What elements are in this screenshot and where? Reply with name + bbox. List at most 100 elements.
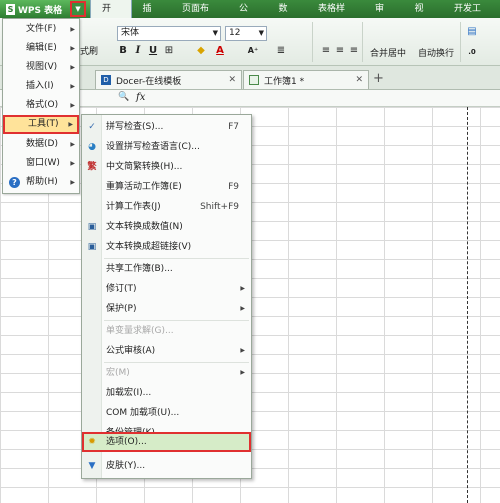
menu-item-format[interactable]: 格式(O) ▶ bbox=[3, 96, 79, 115]
app-dropdown-arrow-icon[interactable]: ▼ bbox=[70, 1, 86, 17]
menu-item-recalc-workbook[interactable]: 重算活动工作簿(E) F9 bbox=[82, 177, 251, 197]
font-color-icon[interactable]: A bbox=[214, 45, 226, 57]
tab-developer[interactable]: 开发工具 bbox=[443, 0, 500, 32]
text-to-number-icon: ▣ bbox=[87, 222, 97, 232]
number-format-icon[interactable]: ▤ bbox=[466, 26, 478, 38]
chevron-down-icon: ▼ bbox=[212, 29, 218, 37]
border-icon[interactable]: ⊞ bbox=[163, 45, 175, 57]
menu-item-revisions[interactable]: 修订(T) ▶ bbox=[82, 279, 251, 299]
menu-label: 工具(T) bbox=[28, 119, 59, 129]
doc-tab-docer[interactable]: D Docer-在线模板 ✕ bbox=[95, 70, 242, 89]
submenu-arrow-icon: ▶ bbox=[240, 305, 245, 312]
menu-label: 文件(F) bbox=[26, 24, 57, 34]
format-painter-label[interactable]: 式刷 bbox=[80, 44, 98, 57]
menu-item-formula-audit[interactable]: 公式审核(A) ▶ bbox=[82, 341, 251, 361]
menu-item-edit[interactable]: 编辑(E) ▶ bbox=[3, 39, 79, 58]
align-right-icon[interactable]: ≡ bbox=[348, 45, 360, 57]
menu-label: 编辑(E) bbox=[26, 43, 57, 53]
align-left-icon[interactable]: ≡ bbox=[320, 45, 332, 57]
tab-page-layout[interactable]: 页面布局 bbox=[171, 0, 228, 32]
shortcut-label: Shift+F9 bbox=[200, 202, 239, 212]
shortcut-label: F7 bbox=[228, 122, 239, 132]
submenu-arrow-icon: ▶ bbox=[70, 141, 75, 148]
menu-item-window[interactable]: 窗口(W) ▶ bbox=[3, 154, 79, 173]
menu-item-tools[interactable]: 工具(T) ▶ bbox=[3, 115, 79, 134]
menu-label: 视图(V) bbox=[26, 62, 58, 72]
menu-label: 拼写检查(S)... bbox=[106, 122, 164, 132]
italic-icon[interactable]: I bbox=[132, 45, 144, 57]
menu-item-insert[interactable]: 插入(I) ▶ bbox=[3, 77, 79, 96]
menu-item-skin[interactable]: ▼ 皮肤(Y)... bbox=[82, 456, 251, 476]
submenu-arrow-icon: ▶ bbox=[70, 179, 75, 186]
tab-insert[interactable]: 插入 bbox=[132, 0, 172, 32]
tab-data[interactable]: 数据 bbox=[268, 0, 308, 32]
indent-icon[interactable]: ≣ bbox=[275, 45, 287, 57]
menu-label: 插入(I) bbox=[26, 81, 54, 91]
decimal-icon[interactable]: .0 bbox=[466, 46, 478, 58]
submenu-arrow-icon: ▶ bbox=[240, 369, 245, 376]
menu-item-text-to-link[interactable]: ▣ 文本转换成超链接(V) bbox=[82, 237, 251, 257]
menu-item-help[interactable]: ? 帮助(H) ▶ bbox=[3, 173, 79, 192]
menu-item-goal-seek[interactable]: 单变量求解(G)... bbox=[82, 321, 251, 341]
tab-formulas[interactable]: 公式 bbox=[228, 0, 268, 32]
menu-label: 选项(O)... bbox=[106, 437, 147, 447]
menu-item-spell-language[interactable]: ◕ 设置拼写检查语言(C)... bbox=[82, 137, 251, 157]
spell-check-icon: ✓ bbox=[88, 122, 96, 132]
menu-label: 计算工作表(J) bbox=[106, 202, 161, 212]
zoom-icon[interactable]: 🔍 bbox=[118, 92, 129, 102]
font-size-select[interactable]: 12 ▼ bbox=[225, 26, 267, 41]
menu-label: 保护(P) bbox=[106, 304, 137, 314]
fx-icon[interactable]: fx bbox=[136, 92, 145, 103]
doc-tab-workbook[interactable]: 工作簿1 * ✕ bbox=[243, 70, 369, 89]
submenu-arrow-icon: ▶ bbox=[70, 83, 75, 90]
menu-item-view[interactable]: 视图(V) ▶ bbox=[3, 58, 79, 77]
underline-icon[interactable]: U bbox=[147, 45, 159, 57]
align-center-icon[interactable]: ≡ bbox=[334, 45, 346, 57]
tab-view[interactable]: 视图 bbox=[404, 0, 444, 32]
menu-label: 加载宏(I)... bbox=[106, 388, 152, 398]
menu-item-file[interactable]: 文件(F) ▶ bbox=[3, 20, 79, 39]
tab-review[interactable]: 审阅 bbox=[364, 0, 404, 32]
font-name-value: 宋体 bbox=[121, 28, 140, 38]
menu-item-options[interactable]: ✹ 选项(O)... bbox=[82, 432, 251, 452]
submenu-arrow-icon: ▶ bbox=[68, 121, 73, 128]
doc-tab-label: Docer-在线模板 bbox=[116, 76, 182, 87]
menu-item-addins[interactable]: 加载宏(I)... bbox=[82, 383, 251, 403]
menu-item-com-addins[interactable]: COM 加载项(U)... bbox=[82, 403, 251, 423]
menu-item-data[interactable]: 数据(D) ▶ bbox=[3, 135, 79, 154]
new-tab-icon[interactable]: + bbox=[373, 71, 384, 86]
ribbon-tabs: 开始 插入 页面布局 公式 数据 表格样式 审阅 视图 开发工具 bbox=[90, 0, 500, 32]
grow-font-icon[interactable]: A⁺ bbox=[247, 45, 259, 57]
tab-home[interactable]: 开始 bbox=[90, 0, 132, 32]
submenu-arrow-icon: ▶ bbox=[70, 26, 75, 33]
menu-label: 中文简繁转换(H)... bbox=[106, 162, 183, 172]
tools-submenu: ✓ 拼写检查(S)... F7 ◕ 设置拼写检查语言(C)... 繁中文简繁转换(H)… bbox=[81, 114, 252, 479]
docer-icon: D bbox=[101, 75, 111, 85]
convert-icon: 繁 bbox=[87, 162, 97, 172]
menu-label: 宏(M) bbox=[106, 368, 130, 378]
menu-label: 共享工作簿(B)... bbox=[106, 264, 173, 274]
wrap-text-button[interactable]: 自动换行 bbox=[418, 46, 454, 59]
menu-label: 文本转换成超链接(V) bbox=[106, 242, 192, 252]
menu-item-spell-check[interactable]: ✓ 拼写检查(S)... F7 bbox=[82, 117, 251, 137]
menu-item-calc-sheet[interactable]: 计算工作表(J) Shift+F9 bbox=[82, 197, 251, 217]
fill-color-icon[interactable]: ◆ bbox=[195, 45, 207, 57]
menu-item-chinese-convert[interactable]: 繁中文简繁转换(H)... bbox=[82, 157, 251, 177]
divider bbox=[460, 22, 461, 62]
submenu-arrow-icon: ▶ bbox=[70, 160, 75, 167]
menu-label: 格式(O) bbox=[26, 100, 59, 110]
font-name-select[interactable]: 宋体 ▼ bbox=[117, 26, 221, 41]
menu-item-macro[interactable]: 宏(M) ▶ bbox=[82, 363, 251, 383]
skin-icon: ▼ bbox=[88, 461, 96, 471]
menu-item-text-to-number[interactable]: ▣ 文本转换成数值(N) bbox=[82, 217, 251, 237]
submenu-arrow-icon: ▶ bbox=[70, 102, 75, 109]
menu-label: 窗口(W) bbox=[26, 158, 60, 168]
bold-icon[interactable]: B bbox=[117, 45, 129, 57]
close-icon[interactable]: ✕ bbox=[355, 75, 363, 85]
menu-item-share-workbook[interactable]: 共享工作簿(B)... bbox=[82, 259, 251, 279]
font-size-value: 12 bbox=[229, 28, 241, 38]
merge-center-button[interactable]: 合并居中 bbox=[370, 46, 406, 59]
close-icon[interactable]: ✕ bbox=[228, 75, 236, 85]
tab-table-style[interactable]: 表格样式 bbox=[307, 0, 364, 32]
menu-item-protect[interactable]: 保护(P) ▶ bbox=[82, 299, 251, 319]
